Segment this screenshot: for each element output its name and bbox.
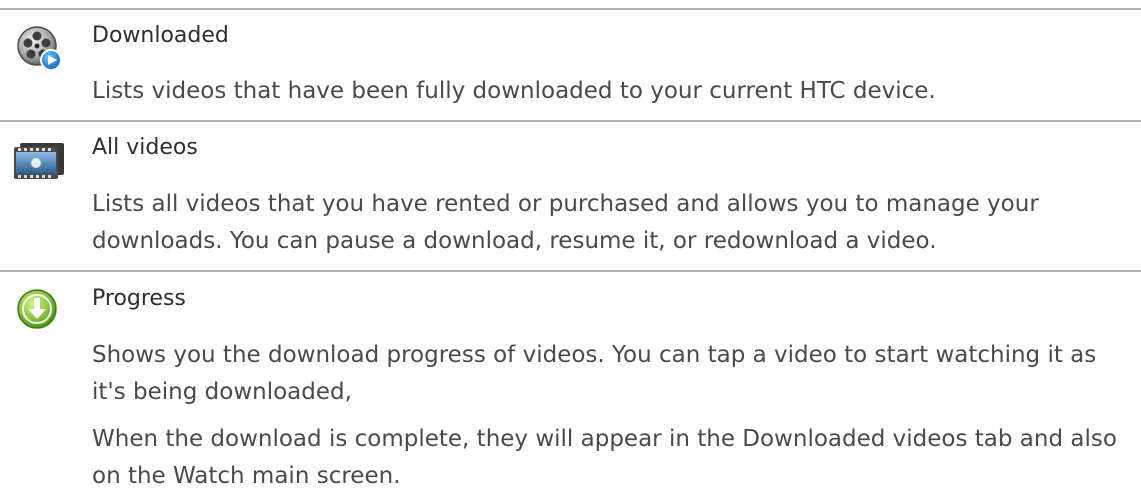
download-arrow-icon <box>12 283 66 337</box>
rule-top <box>0 8 1141 10</box>
film-reel-play-icon <box>12 22 66 76</box>
section-title-progress: Progress <box>92 286 186 311</box>
section-title-downloaded: Downloaded <box>92 23 229 48</box>
section-paragraph: When the download is complete, they will… <box>92 426 1117 489</box>
section-paragraph: Lists videos that have been fully downlo… <box>92 78 936 104</box>
rule-divider <box>0 270 1141 272</box>
section-title-all-videos: All videos <box>92 135 198 160</box>
section-paragraph: Lists all videos that you have rented or… <box>92 191 1039 254</box>
section-paragraph: Shows you the download progress of video… <box>92 342 1097 405</box>
film-strip-icon <box>10 133 68 187</box>
rule-divider <box>0 120 1141 122</box>
